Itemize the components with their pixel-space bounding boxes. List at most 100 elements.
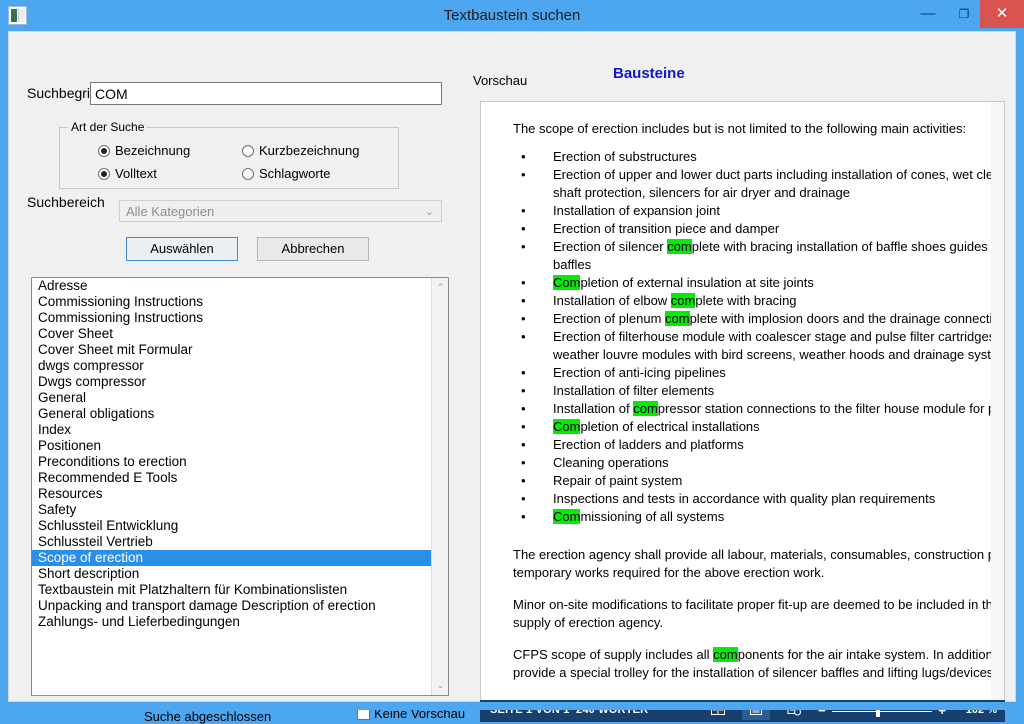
results-list: Adresse Commissioning Instructions Commiss… (32, 278, 433, 630)
radio-label: Schlagworte (259, 166, 331, 181)
radio-label: Bezeichnung (115, 143, 191, 158)
list-item[interactable]: General (32, 390, 432, 406)
list-item: Commissioning of all systems (513, 508, 1004, 526)
radio-dot-icon (242, 145, 254, 157)
list-item[interactable]: Short description (32, 566, 432, 582)
preview-bullet-list: Erection of substructuresErection of upp… (513, 148, 1004, 526)
search-highlight: com (633, 401, 658, 416)
list-item[interactable]: Schlussteil Vertrieb (32, 534, 432, 550)
radio-dot-icon (98, 168, 110, 180)
search-kind-legend: Art der Suche (68, 120, 148, 134)
list-item[interactable]: Safety (32, 502, 432, 518)
search-status-text: Suche abgeschlossen (144, 709, 272, 724)
list-item[interactable]: Cover Sheet mit Formular (32, 342, 432, 358)
results-listbox[interactable]: Adresse Commissioning Instructions Commiss… (31, 277, 449, 696)
search-highlight: Com (553, 419, 581, 434)
scroll-up-icon[interactable]: ⌃ (432, 279, 448, 296)
radio-bezeichnung[interactable]: Bezeichnung (98, 143, 190, 158)
preview-intro: The scope of erection includes but is no… (513, 121, 967, 136)
search-term-label: Suchbegriff (27, 85, 98, 101)
list-item[interactable]: Index (32, 422, 432, 438)
preview-heading: Bausteine (613, 65, 685, 82)
list-item: Erection of anti-icing pipelines (513, 364, 1004, 382)
dialog-window: Textbaustein suchen — ❐ ✕ Suchbegriff Ar… (0, 0, 1024, 724)
close-button[interactable]: ✕ (980, 0, 1024, 28)
list-item[interactable]: Unpacking and transport damage Descripti… (32, 598, 432, 614)
list-item: Completion of electrical installations (513, 418, 1004, 436)
radio-dot-icon (98, 145, 110, 157)
list-item: Erection of silencer complete with braci… (513, 238, 1004, 274)
search-highlight: com (665, 311, 690, 326)
search-highlight: com (670, 293, 696, 308)
radio-dot-icon (242, 168, 254, 180)
list-item[interactable]: Resources (32, 486, 432, 502)
search-highlight: com (713, 647, 738, 662)
maximize-button[interactable]: ❐ (944, 0, 984, 28)
search-scope-value: Alle Kategorien (126, 204, 215, 219)
zoom-track[interactable] (832, 711, 932, 712)
preview-document: The scope of erection includes but is no… (481, 102, 1005, 682)
search-kind-group: Art der Suche Bezeichnung Kurzbezeichnun… (59, 120, 399, 189)
list-item[interactable]: Preconditions to erection (32, 454, 432, 470)
dialog-content: Suchbegriff Art der Suche Bezeichnung Ku… (8, 31, 1016, 724)
list-item[interactable]: General obligations (32, 406, 432, 422)
minimize-icon: — (920, 5, 936, 22)
list-item[interactable]: Scope of erection (32, 550, 433, 566)
title-bar: Textbaustein suchen — ❐ ✕ (0, 0, 1024, 31)
search-scope-label: Suchbereich (27, 194, 105, 210)
list-item[interactable]: Textbaustein mit Platzhaltern für Kombin… (32, 582, 432, 598)
preview-paragraph: CFPS scope of supply includes all compon… (513, 647, 1005, 680)
list-item: Erection of upper and lower duct parts i… (513, 166, 1004, 202)
list-item: Installation of filter elements (513, 382, 1004, 400)
list-item: Installation of elbow complete with brac… (513, 292, 1004, 310)
list-item: Repair of paint system (513, 472, 1004, 490)
radio-kurzbezeichnung[interactable]: Kurzbezeichnung (242, 143, 359, 158)
list-item[interactable]: Cover Sheet (32, 326, 432, 342)
results-scrollbar[interactable]: ⌃ ⌄ (431, 278, 448, 695)
list-item: Installation of expansion joint (513, 202, 1004, 220)
list-item: Completion of external insulation at sit… (513, 274, 1004, 292)
list-item: Erection of plenum complete with implosi… (513, 310, 1004, 328)
list-item: Erection of filterhouse module with coal… (513, 328, 1004, 364)
list-item[interactable]: Schlussteil Entwicklung (32, 518, 432, 534)
search-input[interactable] (90, 82, 442, 105)
radio-volltext[interactable]: Volltext (98, 166, 157, 181)
preview-paragraph: The erection agency shall provide all la… (513, 547, 1005, 580)
window-title: Textbaustein suchen (443, 7, 581, 24)
list-item: Cleaning operations (513, 454, 1004, 472)
select-button[interactable]: Auswählen (126, 237, 238, 261)
preview-scrollbar[interactable] (991, 102, 1004, 700)
window-bottom-edge (0, 702, 1024, 710)
list-item: Installation of compressor station conne… (513, 400, 1004, 418)
chevron-down-icon: ⌄ (424, 206, 434, 218)
close-icon: ✕ (995, 5, 1009, 22)
list-item[interactable]: Zahlungs- und Lieferbedingungen (32, 614, 432, 630)
list-item[interactable]: Adresse (32, 278, 432, 294)
search-highlight: Com (553, 275, 581, 290)
list-item: Inspections and tests in accordance with… (513, 490, 1004, 508)
radio-label: Volltext (115, 166, 157, 181)
list-item[interactable]: dwgs compressor (32, 358, 432, 374)
list-item: Erection of transition piece and damper (513, 220, 1004, 238)
search-scope-select[interactable]: Alle Kategorien ⌄ (119, 200, 442, 222)
search-highlight: com (667, 239, 692, 254)
radio-label: Kurzbezeichnung (259, 143, 360, 158)
list-item[interactable]: Positionen (32, 438, 432, 454)
preview-paragraph: Minor on-site modifications to facilitat… (513, 597, 1005, 630)
preview-pane[interactable]: The scope of erection includes but is no… (480, 101, 1005, 700)
search-highlight: Com (553, 509, 581, 524)
list-item: Erection of ladders and platforms (513, 436, 1004, 454)
list-item: Erection of substructures (513, 148, 1004, 166)
radio-schlagworte[interactable]: Schlagworte (242, 166, 331, 181)
minimize-button[interactable]: — (908, 0, 948, 28)
list-item[interactable]: Recommended E Tools (32, 470, 432, 486)
list-item[interactable]: Dwgs compressor (32, 374, 432, 390)
list-item[interactable]: Commissioning Instructions (32, 310, 432, 326)
scroll-down-icon[interactable]: ⌄ (432, 677, 448, 694)
list-item[interactable]: Commissioning Instructions (32, 294, 432, 310)
cancel-button[interactable]: Abbrechen (257, 237, 369, 261)
preview-label: Vorschau (473, 73, 528, 88)
